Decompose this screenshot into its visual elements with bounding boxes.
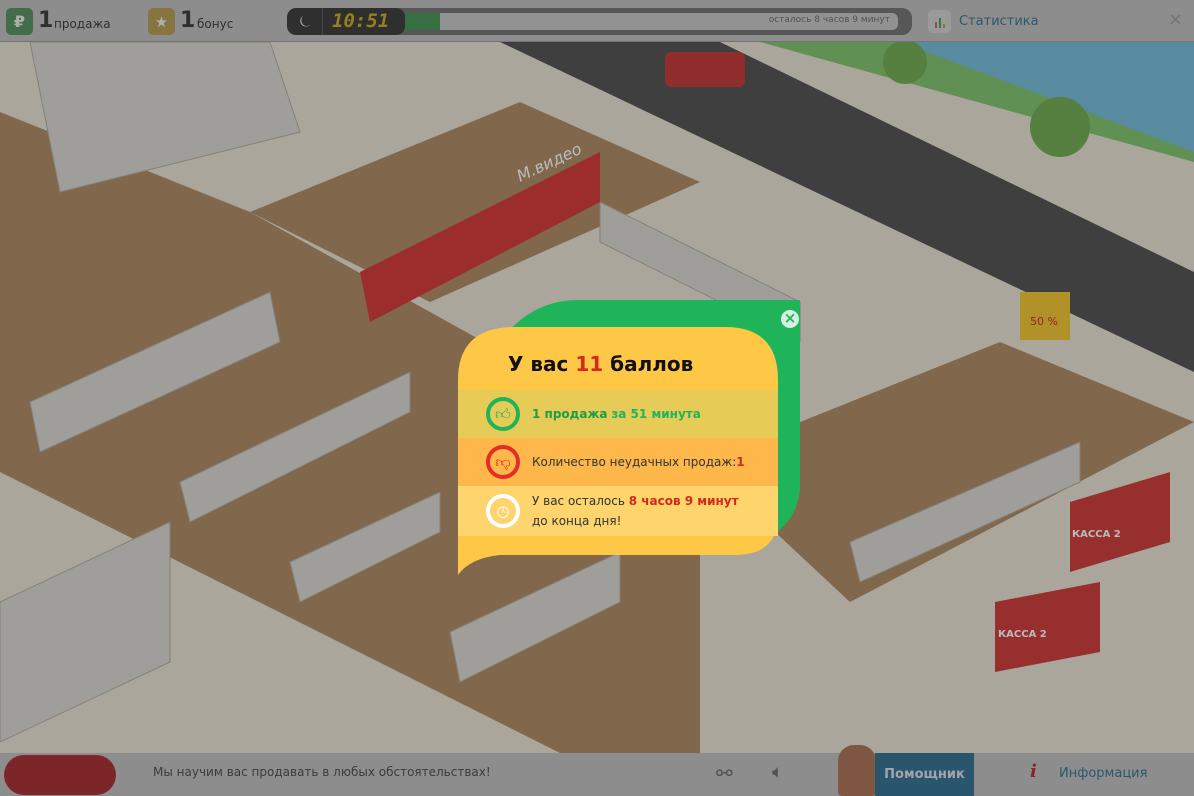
info-link[interactable]: Информация [1059,766,1147,781]
failed-sales-row: 👎︎ Количество неудачных продаж: 1 [458,443,778,481]
clock-icon: ⏾ [299,11,312,30]
bonus-label: бонус [197,17,234,31]
bonus-count: 1 [180,8,196,33]
tagline: Мы научим вас продавать в любых обстояте… [153,765,491,779]
popup-title: У вас 11 баллов [508,352,694,376]
bottom-bar: Мы научим вас продавать в любых обстояте… [0,745,1194,796]
popup-close-button[interactable]: × [781,310,799,328]
clock-time: 10:51 [332,10,390,32]
ruble-icon: ₽ [6,8,33,35]
top-bar: ₽ 1 продажа ★ 1 бонус осталось 8 часов 9… [0,0,1194,42]
day-progress-bar: осталось 8 часов 9 минут [398,8,912,35]
helper-button[interactable]: Помощник [875,753,974,796]
cashier-sign-1: КАССА 2 [1072,529,1121,540]
clock: ⏾ 10:51 [287,8,405,35]
share-icon[interactable]: ⚯ [716,761,733,785]
stats-icon[interactable] [928,10,951,33]
sales-count: 1 [38,8,54,33]
thumbs-up-icon: 👍︎ [486,397,520,431]
sale-tag: 50 % [1030,315,1058,328]
clock-icon: ◷ [486,494,520,528]
red-action-button[interactable] [4,755,116,795]
progress-fill [400,13,440,30]
car [665,52,745,87]
sales-label: продажа [54,17,111,31]
stats-link[interactable]: Статистика [959,14,1039,29]
score-popup: × У вас 11 баллов 👍︎ 1 продажа за 51 мин… [455,300,805,580]
star-icon: ★ [148,8,175,35]
close-button[interactable]: × [1168,9,1183,30]
remaining-time: осталось 8 часов 9 минут [768,15,890,25]
cashier-sign-2: КАССА 2 [998,629,1047,640]
helper-avatar[interactable] [838,745,876,796]
points-value: 11 [575,352,604,376]
sales-row: 👍︎ 1 продажа за 51 минута [458,395,778,433]
sound-icon[interactable]: 🔈︎ [772,761,783,783]
time-left-row: ◷ У вас осталось 8 часов 9 минут до конца… [458,491,778,531]
info-icon[interactable]: i [1030,761,1037,782]
thumbs-down-icon: 👎︎ [486,445,520,479]
